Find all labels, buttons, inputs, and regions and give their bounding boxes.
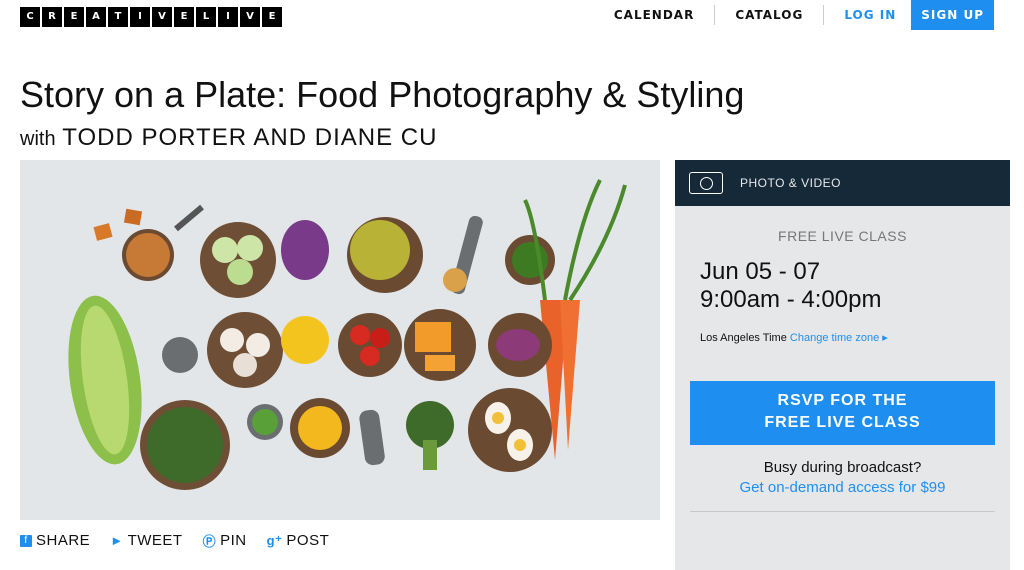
timezone-label: Los Angeles Time [700,332,787,344]
share-label: SHARE [36,532,91,549]
logo-letter: R [42,7,62,27]
pinterest-icon: Ⓟ [202,534,217,549]
signup-button[interactable]: SIGN UP [911,0,994,30]
nav-calendar[interactable]: CALENDAR [614,8,694,22]
panel-divider [690,511,995,512]
share-facebook[interactable]: f SHARE [20,531,90,550]
course-subtitle: with TODD PORTER AND DIANE CU [20,124,437,152]
logo-letter: E [64,7,84,27]
caret-right-icon: ▸ [882,332,888,344]
nav-divider [714,5,716,25]
logo-letter: C [20,7,40,27]
category-label: PHOTO & VIDEO [740,176,841,190]
logo-letter: I [130,7,150,27]
facebook-icon: f [20,534,32,547]
class-info-panel: PHOTO & VIDEO FREE LIVE CLASS Jun 05 - 0… [675,160,1010,570]
logo-letter: T [108,7,128,27]
class-dates: Jun 05 - 07 [700,258,821,285]
top-nav: CALENDAR CATALOG LOG IN SIGN UP [614,0,994,30]
timezone-row: Los Angeles Time Change time zone ▸ [700,331,1010,344]
logo-letter: A [86,7,106,27]
nav-divider [823,5,825,25]
class-schedule: Jun 05 - 07 9:00am - 4:00pm [700,258,1010,314]
ondemand-link[interactable]: Get on-demand access for $99 [675,479,1010,496]
twitter-icon: ► [110,533,124,548]
creativelive-logo[interactable]: CREATIVELIVE [20,7,282,27]
logo-letter: E [262,7,282,27]
login-link[interactable]: LOG IN [844,8,896,22]
nav-catalog[interactable]: CATALOG [735,8,803,22]
tweet-label: TWEET [127,532,183,549]
share-pinterest[interactable]: Ⓟ PIN [203,531,247,550]
post-label: POST [286,532,330,549]
rsvp-button[interactable]: RSVP FOR THE FREE LIVE CLASS [690,381,995,445]
with-label: with [20,128,56,150]
rsvp-label-line2: FREE LIVE CLASS [764,414,921,431]
rsvp-label-line1: RSVP FOR THE [777,392,908,409]
change-timezone-link[interactable]: Change time zone ▸ [790,332,888,344]
class-type-label: FREE LIVE CLASS [778,228,907,244]
category-header[interactable]: PHOTO & VIDEO [675,160,1010,206]
pin-label: PIN [220,532,247,549]
busy-text: Busy during broadcast? [763,459,922,476]
share-twitter[interactable]: ► TWEET [110,531,182,550]
class-time: 9:00am - 4:00pm [700,286,882,313]
course-hero-image[interactable] [20,160,660,520]
share-bar: f SHARE ► TWEET Ⓟ PIN g⁺ POST [20,531,329,550]
logo-letter: L [196,7,216,27]
course-title: Story on a Plate: Food Photography & Sty… [20,74,745,115]
logo-letter: V [240,7,260,27]
logo-letter: V [152,7,172,27]
logo-letter: E [174,7,194,27]
logo-letter: I [218,7,238,27]
share-googleplus[interactable]: g⁺ POST [267,531,330,550]
instructor-names: TODD PORTER AND DIANE CU [62,124,438,151]
food-flatlay-illustration [20,160,660,520]
camera-icon [689,172,723,194]
googleplus-icon: g⁺ [266,532,283,548]
